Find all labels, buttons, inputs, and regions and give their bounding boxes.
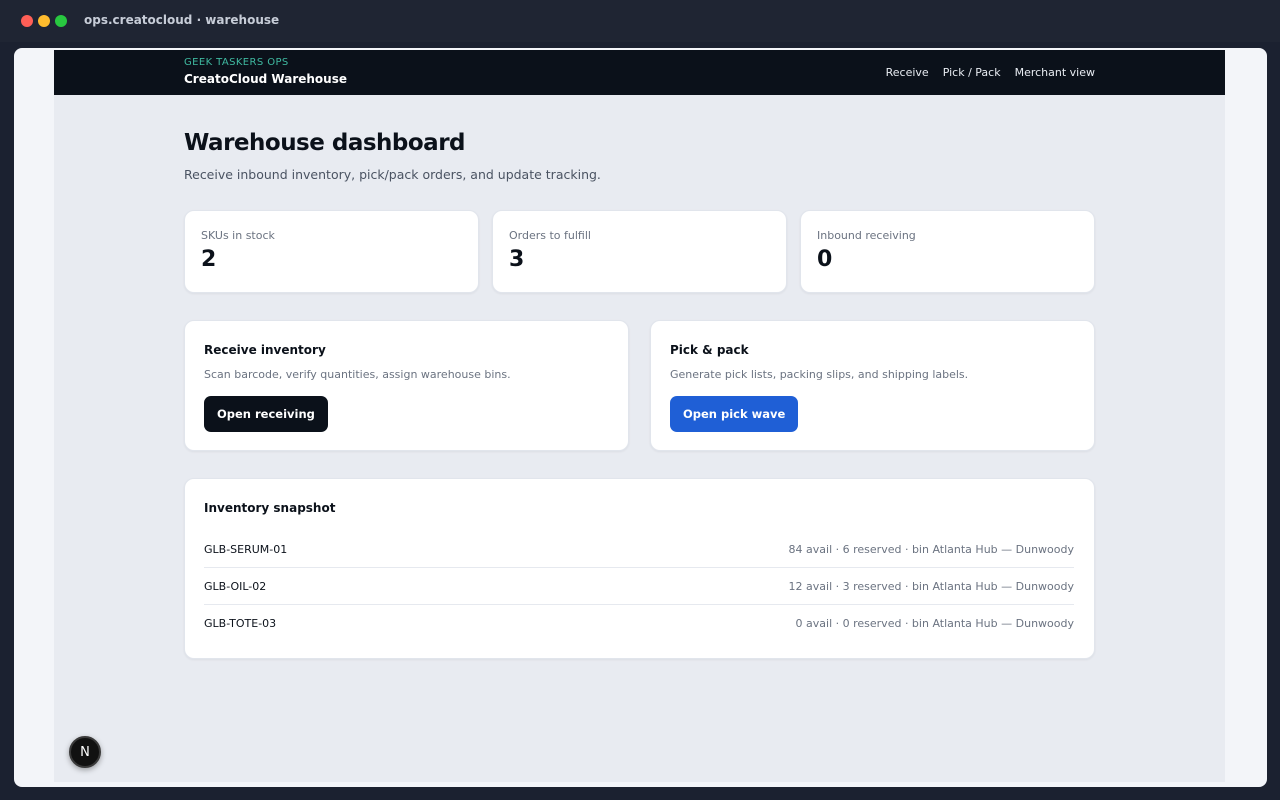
top-navbar: GEEK TASKERS OPS CreatoCloud Warehouse R… (54, 50, 1225, 95)
brand-title[interactable]: CreatoCloud Warehouse (184, 72, 347, 86)
stat-label: Inbound receiving (817, 229, 916, 242)
receive-inventory-card: Receive inventory Scan barcode, verify q… (184, 320, 629, 451)
nav-link-receive[interactable]: Receive (886, 66, 929, 79)
open-pick-wave-button[interactable]: Open pick wave (670, 396, 799, 432)
stat-value: 2 (201, 247, 217, 272)
inventory-snapshot-card: Inventory snapshot GLB-SERUM-01 84 avail… (184, 478, 1095, 659)
stat-card-inbound: Inbound receiving 0 (800, 210, 1095, 293)
open-receiving-button[interactable]: Open receiving (204, 396, 328, 432)
nav-links: Receive Pick / Pack Merchant view (886, 66, 1095, 79)
stat-card-orders: Orders to fulfill 3 (492, 210, 787, 293)
inventory-list: GLB-SERUM-01 84 avail · 6 reserved · bin… (204, 531, 1074, 642)
app-page: GEEK TASKERS OPS CreatoCloud Warehouse R… (54, 50, 1225, 782)
card-description: Generate pick lists, packing slips, and … (670, 368, 969, 381)
inventory-row: GLB-SERUM-01 84 avail · 6 reserved · bin… (204, 531, 1074, 568)
inventory-meta: 12 avail · 3 reserved · bin Atlanta Hub … (788, 579, 1074, 593)
page-subtitle: Receive inbound inventory, pick/pack ord… (184, 167, 601, 182)
stat-label: SKUs in stock (201, 229, 275, 242)
stat-label: Orders to fulfill (509, 229, 591, 242)
window-titlebar: ops.creatocloud · warehouse (0, 0, 1280, 42)
dev-tools-badge[interactable]: N (69, 736, 101, 768)
inventory-title: Inventory snapshot (204, 501, 336, 515)
inventory-sku: GLB-OIL-02 (204, 579, 267, 593)
brand-kicker: GEEK TASKERS OPS (184, 57, 289, 68)
window-title: ops.creatocloud · warehouse (84, 13, 280, 27)
card-title: Receive inventory (204, 343, 326, 357)
browser-viewport: GEEK TASKERS OPS CreatoCloud Warehouse R… (14, 48, 1267, 787)
inventory-meta: 84 avail · 6 reserved · bin Atlanta Hub … (788, 542, 1074, 556)
page-title: Warehouse dashboard (184, 130, 466, 156)
inventory-meta: 0 avail · 0 reserved · bin Atlanta Hub —… (795, 617, 1074, 630)
nav-link-merchant-view[interactable]: Merchant view (1015, 66, 1095, 79)
inventory-sku: GLB-SERUM-01 (204, 542, 288, 556)
nav-link-pick-pack[interactable]: Pick / Pack (943, 66, 1001, 79)
stat-value: 3 (509, 247, 525, 272)
maximize-window-button[interactable] (55, 15, 67, 27)
pick-pack-card: Pick & pack Generate pick lists, packing… (650, 320, 1095, 451)
close-window-button[interactable] (21, 15, 33, 27)
card-description: Scan barcode, verify quantities, assign … (204, 368, 511, 381)
minimize-window-button[interactable] (38, 15, 50, 27)
card-title: Pick & pack (670, 343, 749, 357)
stat-card-skus: SKUs in stock 2 (184, 210, 479, 293)
inventory-row: GLB-TOTE-03 0 avail · 0 reserved · bin A… (204, 605, 1074, 642)
inventory-sku: GLB-TOTE-03 (204, 617, 277, 630)
stat-value: 0 (817, 247, 833, 272)
inventory-row: GLB-OIL-02 12 avail · 3 reserved · bin A… (204, 568, 1074, 605)
